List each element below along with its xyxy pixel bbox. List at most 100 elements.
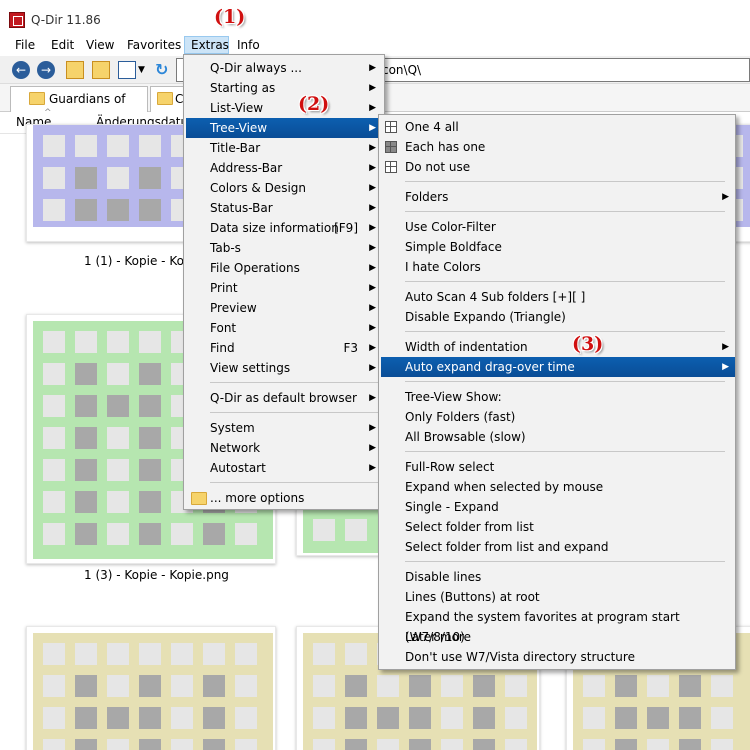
extras-item-7[interactable]: Status-Bar ▶ xyxy=(186,198,382,218)
extras-item-10[interactable]: File Operations ▶ xyxy=(186,258,382,278)
file-caption[interactable]: 1 (1) - Kopie - Kopi xyxy=(84,254,195,268)
treeview-item-18[interactable]: Select folder from list and expand xyxy=(381,537,735,557)
treeview-item-4[interactable]: Use Color-Filter xyxy=(381,217,735,237)
treeview-item-11[interactable]: Tree-View Show: xyxy=(381,387,735,407)
grid-cell xyxy=(473,707,495,729)
grid-cell xyxy=(473,675,495,697)
extras-item-13[interactable]: Font ▶ xyxy=(186,318,382,338)
treeview-item-20[interactable]: Lines (Buttons) at root xyxy=(381,587,735,607)
menu-item-label: Don't use W7/Vista directory structure xyxy=(405,650,635,664)
treeview-item-3[interactable]: Folders ▶ xyxy=(381,187,735,207)
menu-item-label: Single - Expand xyxy=(405,500,499,514)
file-caption[interactable]: 1 (3) - Kopie - Kopie.png xyxy=(84,568,229,582)
menu-favorites[interactable]: Favorites xyxy=(121,36,187,54)
grid-cell xyxy=(377,707,399,729)
menu-item-label: All Browsable (slow) xyxy=(405,430,526,444)
treeview-item-14[interactable]: Full-Row select xyxy=(381,457,735,477)
menu-edit[interactable]: Edit xyxy=(45,36,80,54)
treeview-item-7[interactable]: Auto Scan 4 Sub folders [+][ ] xyxy=(381,287,735,307)
treeview-item-0[interactable]: One 4 all xyxy=(381,117,735,137)
forward-icon[interactable]: → xyxy=(37,61,55,79)
grid-cell xyxy=(409,739,431,750)
treeview-item-12[interactable]: Only Folders (fast) xyxy=(381,407,735,427)
treeview-item-8[interactable]: Disable Expando (Triangle) xyxy=(381,307,735,327)
grid-cell xyxy=(583,707,605,729)
grid-cell xyxy=(43,707,65,729)
extras-item-2[interactable]: List-View ▶ xyxy=(186,98,382,118)
menu-separator xyxy=(405,281,725,282)
treeview-item-17[interactable]: Select folder from list xyxy=(381,517,735,537)
extras-item-1[interactable]: Starting as ▶ xyxy=(186,78,382,98)
folder-icon xyxy=(191,492,207,505)
extras-item-4[interactable]: Title-Bar ▶ xyxy=(186,138,382,158)
menu-item-label: Full-Row select xyxy=(405,460,495,474)
layout-grid-icon xyxy=(385,161,397,173)
treeview-item-6[interactable]: I hate Colors xyxy=(381,257,735,277)
refresh-icon[interactable]: ↻ xyxy=(155,61,173,79)
extras-item-8[interactable]: Data size information [F9] ▶ xyxy=(186,218,382,238)
grid-cell xyxy=(615,707,637,729)
menu-file[interactable]: File xyxy=(9,36,41,54)
menu-item-label: Tab-s xyxy=(210,241,241,255)
extras-item-15[interactable]: View settings ▶ xyxy=(186,358,382,378)
menu-item-label: Q-Dir always ... xyxy=(210,61,302,75)
grid-cell xyxy=(711,675,733,697)
grid-cell xyxy=(313,519,335,541)
grid-cell xyxy=(139,675,161,697)
menu-extras[interactable]: Extras xyxy=(184,36,229,54)
extras-item-11[interactable]: Print ▶ xyxy=(186,278,382,298)
file-thumbnail[interactable] xyxy=(26,626,276,750)
extras-item-5[interactable]: Address-Bar ▶ xyxy=(186,158,382,178)
menu-item-label: I hate Colors xyxy=(405,260,481,274)
grid-cell xyxy=(43,643,65,665)
treeview-item-23[interactable]: Don't use W7/Vista directory structure xyxy=(381,647,735,667)
extras-item-17[interactable]: System ▶ xyxy=(186,418,382,438)
treeview-item-19[interactable]: Disable lines xyxy=(381,567,735,587)
treeview-item-16[interactable]: Single - Expand xyxy=(381,497,735,517)
back-icon[interactable]: ← xyxy=(12,61,30,79)
extras-item-3[interactable]: Tree-View ▶ xyxy=(186,118,382,138)
extras-item-9[interactable]: Tab-s ▶ xyxy=(186,238,382,258)
treeview-item-1[interactable]: Each has one xyxy=(381,137,735,157)
menu-item-label: ... more options xyxy=(210,491,305,505)
extras-item-0[interactable]: Q-Dir always ... ▶ xyxy=(186,58,382,78)
treeview-item-13[interactable]: All Browsable (slow) xyxy=(381,427,735,447)
grid-cell xyxy=(107,395,129,417)
extras-item-16[interactable]: Q-Dir as default browser ▶ xyxy=(186,388,382,408)
extras-item-14[interactable]: Find F3 ▶ xyxy=(186,338,382,358)
menu-item-label: View settings xyxy=(210,361,291,375)
grid-cell xyxy=(75,135,97,157)
app-icon[interactable] xyxy=(9,12,25,28)
treeview-item-21[interactable]: Expand the system favorites at program s… xyxy=(381,607,735,644)
grid-cell xyxy=(679,739,701,750)
extras-item-18[interactable]: Network ▶ xyxy=(186,438,382,458)
file-thumbnail[interactable] xyxy=(296,508,386,556)
treeview-item-9[interactable]: Width of indentation ▶ xyxy=(381,337,735,357)
extras-item-19[interactable]: Autostart ▶ xyxy=(186,458,382,478)
treeview-item-2[interactable]: Do not use xyxy=(381,157,735,177)
menu-item-label: File Operations xyxy=(210,261,300,275)
treeview-item-22[interactable]: Later more xyxy=(381,627,735,647)
grid-cell xyxy=(409,707,431,729)
treeview-item-15[interactable]: Expand when selected by mouse xyxy=(381,477,735,497)
submenu-arrow-icon: ▶ xyxy=(369,263,376,273)
submenu-arrow-icon: ▶ xyxy=(369,223,376,233)
new-folder-icon[interactable] xyxy=(92,61,110,79)
menu-item-label: Tree-View Show: xyxy=(405,390,502,404)
treeview-item-5[interactable]: Simple Boldface xyxy=(381,237,735,257)
tab-guardians[interactable]: Guardians of the ... xyxy=(10,86,148,130)
menu-info[interactable]: Info xyxy=(231,36,266,54)
grid-cell xyxy=(75,395,97,417)
grid-cell xyxy=(647,675,669,697)
menu-view[interactable]: View xyxy=(80,36,120,54)
treeview-submenu: One 4 all Each has one Do not use Folders ▶ U… xyxy=(378,114,736,670)
view-mode-icon[interactable] xyxy=(118,61,136,79)
folder-up-icon[interactable] xyxy=(66,61,84,79)
extras-item-20[interactable]: ... more options xyxy=(186,488,382,508)
treeview-item-10[interactable]: Auto expand drag-over time ▶ xyxy=(381,357,735,377)
chevron-down-icon[interactable]: ▼ xyxy=(138,61,148,79)
grid-cell xyxy=(647,707,669,729)
extras-item-12[interactable]: Preview ▶ xyxy=(186,298,382,318)
extras-item-6[interactable]: Colors & Design ▶ xyxy=(186,178,382,198)
grid-cell xyxy=(679,675,701,697)
